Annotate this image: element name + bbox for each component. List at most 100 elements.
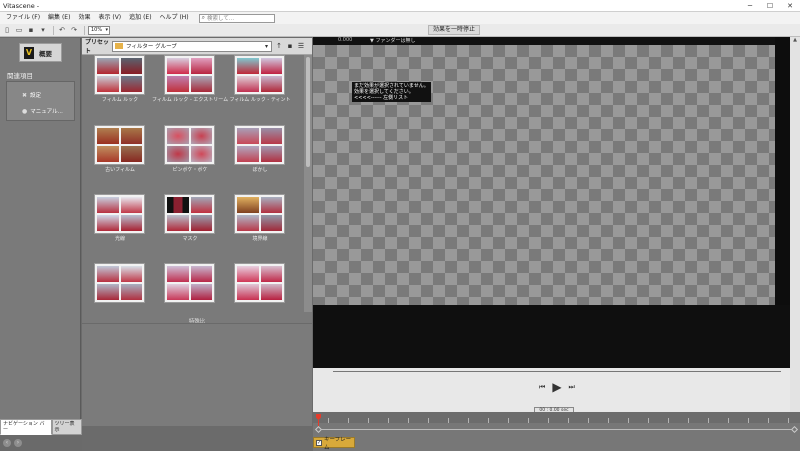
- preset-grid: フィルム ルック フィルム ルック - エクストリーム フィルム ルック - テ…: [82, 55, 304, 325]
- menu-edit[interactable]: 編集 (E): [44, 12, 74, 24]
- preset-thumbnail: [164, 55, 215, 95]
- preset-panel: プリセット フィルター グループ ▾ ↑ ▪ ☰ フィルム ルック フィルム ル…: [82, 38, 312, 426]
- toolbar-divider: [84, 25, 85, 35]
- preset-scrollbar[interactable]: [304, 55, 312, 312]
- navigation-bottom-bar: ‹ ›: [0, 435, 82, 451]
- summary-label: 概要: [39, 49, 52, 58]
- settings-link[interactable]: ✖ 設定: [22, 91, 42, 100]
- preset-caption: フィルム ルック: [101, 97, 139, 103]
- keyframe-end-icon[interactable]: [790, 425, 799, 434]
- scrollbar-thumb[interactable]: [306, 57, 310, 167]
- preset-caption: ピンボケ・ボケ: [172, 167, 208, 173]
- preset-thumbnail: [234, 263, 285, 303]
- search-input[interactable]: ⌕ 検索して...: [198, 13, 275, 23]
- preset-thumbnail: [94, 263, 145, 303]
- related-items-box: ✖ 設定 ● マニュアル...: [6, 81, 75, 121]
- menu-view[interactable]: 表示 (V): [94, 12, 125, 24]
- search-placeholder: 検索して...: [207, 16, 235, 22]
- preset-thumbnail: [94, 194, 145, 234]
- preset-thumbnail: [94, 55, 145, 95]
- preset-header: プリセット フィルター グループ ▾ ↑ ▪ ☰: [82, 38, 312, 55]
- settings-label: 設定: [30, 93, 42, 99]
- pause-effect-button[interactable]: 効果を一時停止: [428, 25, 481, 35]
- back-icon[interactable]: ‹: [3, 439, 11, 447]
- transport-controls: ⏮ ▶ ⏭: [535, 380, 579, 394]
- marker-icon: ▼: [370, 38, 374, 44]
- related-items-section: 関連項目 ✖ 設定 ● マニュアル...: [3, 71, 75, 155]
- menu-add[interactable]: 追加 (E): [125, 12, 155, 24]
- tab-navigation-bar[interactable]: ナビゲーション バー: [0, 419, 52, 435]
- keyframe-start-icon[interactable]: [314, 425, 323, 434]
- playback-controls: ⏮ ▶ ⏭: [313, 368, 790, 412]
- preset-caption: 境界線: [252, 236, 268, 242]
- timeline-ruler[interactable]: [313, 412, 800, 423]
- preset-group-value: フィルター グループ: [126, 44, 177, 50]
- tab-tree-view[interactable]: ツリー表示: [51, 419, 82, 435]
- vitascene-logo: V: [24, 46, 34, 59]
- chevron-down-icon: ▾: [105, 26, 108, 33]
- preset-caption: フィルム ルック - ティント: [229, 97, 291, 103]
- list-view-icon[interactable]: ☰: [297, 42, 305, 50]
- navigation-panel: V 概要 関連項目 ✖ 設定 ● マニュアル...: [0, 38, 81, 425]
- preset-thumbnail: [164, 125, 215, 165]
- forward-icon[interactable]: ›: [14, 439, 22, 447]
- wrench-icon: ✖: [22, 91, 28, 99]
- redo-icon[interactable]: ↷: [69, 26, 79, 35]
- preview-horizontal-scrollbar[interactable]: [333, 370, 781, 373]
- manual-label: マニュアル...: [30, 109, 63, 115]
- skip-back-icon[interactable]: ⏮: [539, 383, 545, 392]
- navigation-tabs: ナビゲーション バー ツリー表示: [0, 419, 82, 435]
- timeline[interactable]: ✓ キーフレーム: [313, 412, 800, 451]
- keyframe-label: キーフレーム: [324, 436, 352, 451]
- save-icon[interactable]: ▪: [26, 26, 36, 35]
- undo-icon[interactable]: ↶: [57, 26, 67, 35]
- save-preset-icon[interactable]: ▪: [286, 42, 294, 50]
- window-title: Vitascene -: [3, 1, 40, 10]
- save-as-icon[interactable]: ▾: [38, 26, 48, 35]
- toolbar: ▯ ▭ ▪ ▾ ↶ ↷ 10% ▾ 効果を一時停止: [0, 24, 800, 37]
- preset-thumbnail: [164, 194, 215, 234]
- arrow-up-icon[interactable]: ↑: [275, 42, 283, 50]
- timeline-track: [318, 429, 794, 430]
- folder-icon: [115, 43, 123, 49]
- preset-caption: フィルム ルック - エクストリーム: [152, 97, 229, 103]
- maximize-icon[interactable]: ☐: [760, 0, 780, 12]
- toolbar-divider: [53, 25, 54, 35]
- summary-button[interactable]: V 概要: [19, 43, 62, 62]
- minimize-icon[interactable]: ─: [740, 0, 760, 12]
- preset-label: プリセット: [85, 39, 110, 55]
- preset-thumbnail: [234, 125, 285, 165]
- preset-caption: マスク: [182, 236, 198, 242]
- viewer-time: 0.000: [338, 37, 353, 43]
- search-icon: ⌕: [201, 14, 206, 21]
- chevron-down-icon: ▾: [264, 42, 268, 50]
- preview-lower-area: [313, 305, 790, 368]
- keyframe-toggle[interactable]: ✓ キーフレーム: [313, 436, 355, 451]
- zoom-value: 10%: [91, 26, 103, 33]
- close-icon[interactable]: ✕: [780, 0, 800, 12]
- zoom-select[interactable]: 10% ▾: [88, 25, 110, 35]
- preset-group-select[interactable]: フィルター グループ ▾: [112, 40, 272, 52]
- checkbox-icon: ✓: [316, 439, 322, 446]
- menu-help[interactable]: ヘルプ (H): [156, 12, 193, 24]
- menu-effect[interactable]: 効果: [74, 12, 94, 24]
- window-controls: ─ ☐ ✕: [740, 0, 800, 12]
- preset-thumbnail: [234, 194, 285, 234]
- play-icon[interactable]: ▶: [552, 380, 561, 394]
- preset-caption: 古いフィルム: [105, 167, 135, 173]
- menu-bar: ファイル (F) 編集 (E) 効果 表示 (V) 追加 (E) ヘルプ (H)…: [0, 12, 800, 24]
- related-items-header: 関連項目: [7, 72, 33, 80]
- scroll-up-icon[interactable]: ▲: [790, 37, 800, 43]
- preset-caption: 光線: [114, 236, 125, 242]
- finder-marker: ▼ ファンダーは無し: [370, 37, 415, 44]
- preset-caption: ぼかし: [252, 167, 268, 173]
- preset-thumbnail: [234, 55, 285, 95]
- manual-link[interactable]: ● マニュアル...: [22, 107, 63, 116]
- menu-file[interactable]: ファイル (F): [2, 12, 44, 24]
- no-effect-notice: まだ効果が選択されていません。 効果を選択してください。 <<<<------ …: [352, 82, 431, 102]
- main-vertical-scrollbar[interactable]: ▲: [790, 37, 800, 417]
- skip-forward-icon[interactable]: ⏭: [569, 383, 575, 392]
- new-file-icon[interactable]: ▯: [2, 26, 12, 35]
- open-folder-icon[interactable]: ▭: [14, 26, 24, 35]
- preset-thumbnail: [164, 263, 215, 303]
